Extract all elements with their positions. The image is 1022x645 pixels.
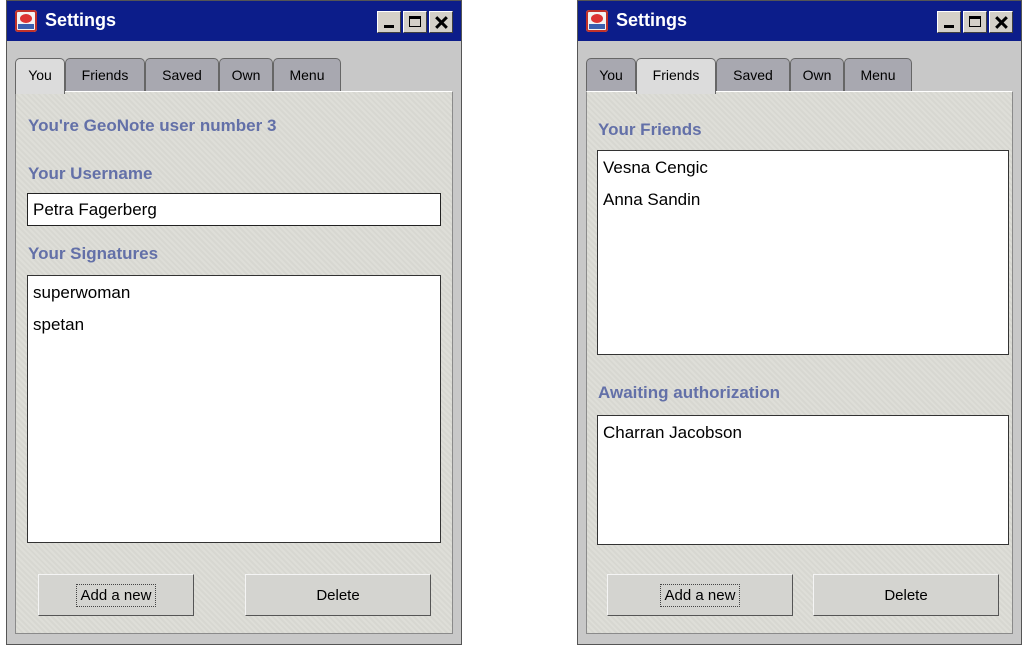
friends-list[interactable]: Vesna Cengic Anna Sandin bbox=[597, 150, 1009, 355]
add-new-label: Add a new bbox=[75, 583, 157, 607]
minimize-icon[interactable] bbox=[377, 11, 401, 33]
tab-saved[interactable]: Saved bbox=[145, 58, 219, 92]
settings-window-you: Settings You Friends Saved Own Menu You'… bbox=[6, 0, 462, 645]
window-title: Settings bbox=[45, 10, 117, 30]
awaiting-label: Awaiting authorization bbox=[598, 383, 780, 402]
tab-friends[interactable]: Friends bbox=[65, 58, 145, 92]
tab-own[interactable]: Own bbox=[219, 58, 273, 92]
tab-you[interactable]: You bbox=[586, 58, 636, 92]
you-panel: You're GeoNote user number 3 Your Userna… bbox=[15, 91, 453, 634]
tab-own[interactable]: Own bbox=[790, 58, 844, 92]
list-item[interactable]: Anna Sandin bbox=[603, 189, 1003, 221]
maximize-icon[interactable] bbox=[963, 11, 987, 33]
signatures-list[interactable]: superwoman spetan bbox=[27, 275, 441, 543]
add-new-button[interactable]: Add a new bbox=[607, 574, 793, 616]
tab-menu[interactable]: Menu bbox=[844, 58, 912, 92]
list-item[interactable]: Charran Jacobson bbox=[603, 422, 1003, 454]
tab-you[interactable]: You bbox=[15, 58, 65, 94]
geonote-app-icon bbox=[15, 10, 37, 32]
user-number-label: You're GeoNote user number 3 bbox=[28, 116, 277, 135]
title-bar[interactable]: Settings bbox=[578, 1, 1021, 41]
tab-saved[interactable]: Saved bbox=[716, 58, 790, 92]
minimize-icon[interactable] bbox=[937, 11, 961, 33]
close-icon[interactable] bbox=[989, 11, 1013, 33]
username-label: Your Username bbox=[28, 164, 153, 183]
awaiting-list[interactable]: Charran Jacobson bbox=[597, 415, 1009, 545]
window-title: Settings bbox=[616, 10, 688, 30]
title-bar[interactable]: Settings bbox=[7, 1, 461, 41]
username-field[interactable]: Petra Fagerberg bbox=[27, 193, 441, 226]
add-new-button[interactable]: Add a new bbox=[38, 574, 194, 616]
list-item[interactable]: Vesna Cengic bbox=[603, 157, 1003, 189]
close-icon[interactable] bbox=[429, 11, 453, 33]
signatures-label: Your Signatures bbox=[28, 244, 159, 263]
list-item[interactable]: superwoman bbox=[33, 282, 435, 314]
geonote-app-icon bbox=[586, 10, 608, 32]
delete-button[interactable]: Delete bbox=[813, 574, 999, 616]
delete-button[interactable]: Delete bbox=[245, 574, 431, 616]
add-new-label: Add a new bbox=[659, 583, 741, 607]
friends-panel: Your Friends Vesna Cengic Anna Sandin Aw… bbox=[586, 91, 1013, 634]
maximize-icon[interactable] bbox=[403, 11, 427, 33]
settings-window-friends: Settings You Friends Saved Own Menu Your… bbox=[577, 0, 1022, 645]
list-item[interactable]: spetan bbox=[33, 314, 435, 346]
friends-label: Your Friends bbox=[598, 120, 702, 139]
tab-menu[interactable]: Menu bbox=[273, 58, 341, 92]
tab-friends[interactable]: Friends bbox=[636, 58, 716, 94]
